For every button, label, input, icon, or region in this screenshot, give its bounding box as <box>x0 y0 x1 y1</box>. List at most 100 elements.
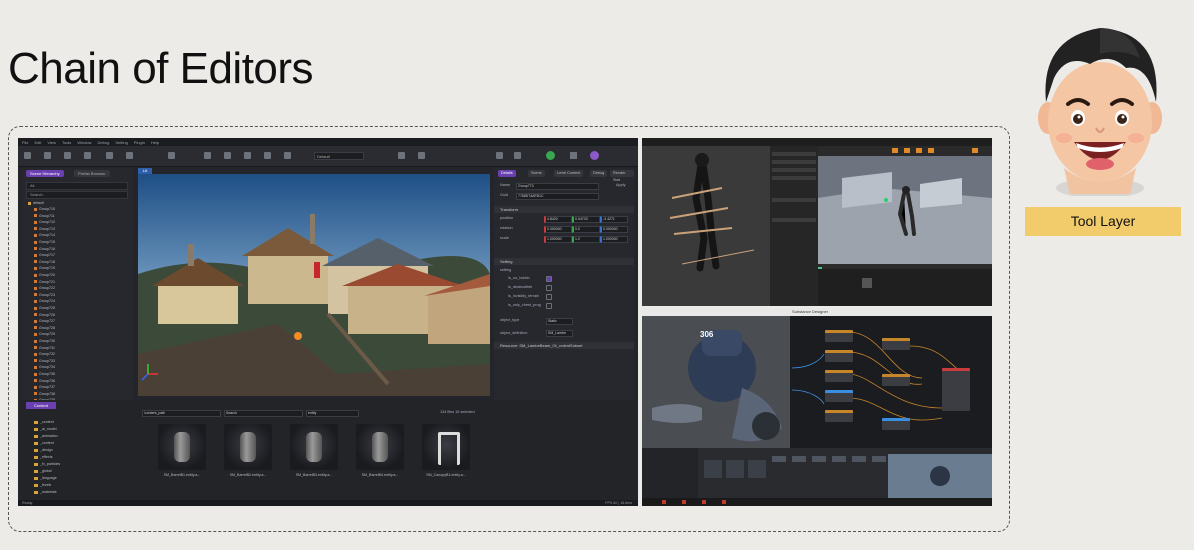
graph-node[interactable] <box>882 374 910 386</box>
play-button[interactable] <box>546 151 555 160</box>
graph-node[interactable] <box>882 418 910 430</box>
tab-prefab-browser[interactable]: Prefab Browser <box>74 170 110 177</box>
graph-node[interactable] <box>825 410 853 422</box>
tab-debug[interactable]: Debug <box>590 170 608 177</box>
tab-level-context[interactable]: Level Context <box>554 170 584 177</box>
folder-item[interactable]: _levels <box>34 483 51 488</box>
scene-viewport[interactable] <box>138 174 490 396</box>
menu-item[interactable]: Window <box>77 140 91 145</box>
object-definition-field[interactable]: SM_Lambe <box>546 330 573 337</box>
folder-item[interactable]: _content <box>34 420 54 425</box>
asset-tile[interactable]: SM_BarrelB2.entity.a... <box>224 424 272 482</box>
flag-checkbox[interactable] <box>546 285 552 291</box>
tree-item[interactable]: Group723 <box>34 293 55 298</box>
apply-button[interactable]: Apply <box>616 183 626 187</box>
menu-item[interactable]: Setting <box>115 140 127 145</box>
flag-checkbox[interactable] <box>546 294 552 300</box>
tree-item[interactable]: Group715 <box>34 240 55 245</box>
tree-item[interactable]: Group735 <box>34 372 55 377</box>
tree-item[interactable]: Group733 <box>34 359 55 364</box>
menu-item[interactable]: View <box>47 140 56 145</box>
name-field[interactable]: Group773 <box>516 183 599 190</box>
graph-node[interactable] <box>825 330 853 342</box>
transform-x-field[interactable]: 0.000000 <box>544 226 572 233</box>
layout-dropdown[interactable]: Default <box>314 152 364 160</box>
output-node[interactable] <box>942 368 970 411</box>
guid-field[interactable]: 7768D74AFB1C <box>516 193 599 200</box>
settings-icon[interactable] <box>126 152 133 159</box>
folder-item[interactable]: _global <box>34 469 52 474</box>
select-icon[interactable] <box>168 152 175 159</box>
tree-item[interactable]: Group736 <box>34 379 55 384</box>
menu-item[interactable]: File <box>22 140 28 145</box>
transform-x-field[interactable]: 4.8420 <box>544 216 572 223</box>
tree-item[interactable]: Group712 <box>34 220 55 225</box>
tree-item[interactable]: Group730 <box>34 339 55 344</box>
tree-item[interactable]: Group713 <box>34 227 55 232</box>
flag-checkbox[interactable] <box>546 276 552 282</box>
tree-item[interactable]: Group727 <box>34 319 55 324</box>
folder-item[interactable]: _content <box>34 441 54 446</box>
folder-item[interactable]: _animation <box>34 434 58 439</box>
tree-item[interactable]: Group719 <box>34 266 55 271</box>
tree-item[interactable]: Group726 <box>34 313 55 318</box>
open-icon[interactable] <box>44 152 51 159</box>
save-icon[interactable] <box>24 152 31 159</box>
tree-item[interactable]: Group738 <box>34 392 55 397</box>
asset-tile[interactable]: SM_BarrelB4.entity.a... <box>356 424 404 482</box>
tree-item[interactable]: Group721 <box>34 280 55 285</box>
copy-icon[interactable] <box>106 152 113 159</box>
grid-icon[interactable] <box>418 152 425 159</box>
transform-z-field[interactable]: -3.4271 <box>600 216 628 223</box>
rotate-icon[interactable] <box>224 152 231 159</box>
filter-select[interactable]: All <box>26 182 128 190</box>
transform-y-field[interactable]: 0.04703 <box>572 216 600 223</box>
tree-item[interactable]: Group734 <box>34 365 55 370</box>
simulate-button[interactable] <box>590 151 599 160</box>
transform-z-field[interactable]: 1.000000 <box>600 236 628 243</box>
menu-item[interactable]: Edit <box>34 140 41 145</box>
redo-icon[interactable] <box>84 152 91 159</box>
resource-section[interactable]: Resource: SM_LambeBeam_01_nolentSubset <box>494 342 634 349</box>
tree-root[interactable]: default <box>28 201 44 206</box>
tab-content[interactable]: Content <box>26 402 56 409</box>
tree-item[interactable]: Group725 <box>34 306 55 311</box>
menu-item[interactable]: Debug <box>98 140 110 145</box>
graph-node[interactable] <box>882 338 910 350</box>
folder-item[interactable]: _materials <box>34 490 57 495</box>
transform-z-field[interactable]: 0.000000 <box>600 226 628 233</box>
tree-item[interactable]: Group722 <box>34 286 55 291</box>
camera-icon[interactable] <box>398 152 405 159</box>
tree-item[interactable]: Group717 <box>34 253 55 258</box>
graph-node[interactable] <box>825 370 853 382</box>
transform-x-field[interactable]: 1.000000 <box>544 236 572 243</box>
graph-node[interactable] <box>825 390 853 402</box>
tab-details[interactable]: Details <box>498 170 516 177</box>
move-icon[interactable] <box>204 152 211 159</box>
tab-render-stat[interactable]: Render Stat <box>610 170 634 182</box>
snap-icon[interactable] <box>284 152 291 159</box>
menu-item[interactable]: Plugin <box>134 140 145 145</box>
transform-y-field[interactable]: 1.0 <box>572 236 600 243</box>
folder-item[interactable]: _fx_particles <box>34 462 60 467</box>
asset-tile[interactable]: SM_CanopyB1.entity.a... <box>422 424 470 482</box>
scale-icon[interactable] <box>244 152 251 159</box>
tree-item[interactable]: Group737 <box>34 385 55 390</box>
transform-section[interactable]: Transform <box>494 206 634 213</box>
content-filter-input[interactable]: entity <box>306 410 359 417</box>
tree-item[interactable]: Group714 <box>34 233 55 238</box>
tools-icon[interactable] <box>496 152 503 159</box>
undo-icon[interactable] <box>64 152 71 159</box>
folder-item[interactable]: _ai_model <box>34 427 57 432</box>
tree-item[interactable]: Group728 <box>34 326 55 331</box>
folder-item[interactable]: _effects <box>34 455 53 460</box>
terrain-icon[interactable] <box>264 152 271 159</box>
object-type-field[interactable]: Static <box>546 318 573 325</box>
tree-item[interactable]: Group716 <box>34 247 55 252</box>
asset-tile[interactable]: SM_BarrelB3.entity.a... <box>290 424 338 482</box>
stop-button[interactable] <box>570 152 577 159</box>
transform-y-field[interactable]: 0.0 <box>572 226 600 233</box>
menu-item[interactable]: Tools <box>62 140 71 145</box>
folder-item[interactable]: _language <box>34 476 57 481</box>
content-search-input[interactable]: Search <box>224 410 303 417</box>
